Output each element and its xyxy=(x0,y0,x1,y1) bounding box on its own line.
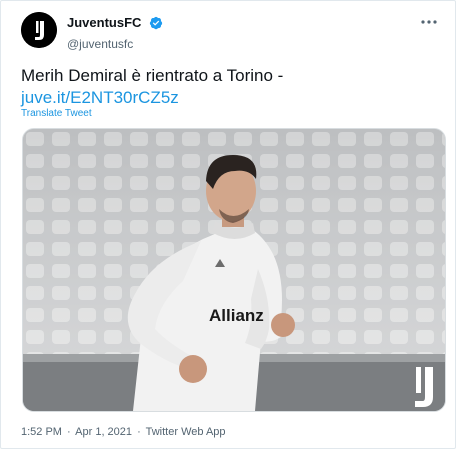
author-handle[interactable]: @juventusfc xyxy=(67,36,163,52)
tweet-source[interactable]: Twitter Web App xyxy=(146,426,226,438)
avatar[interactable] xyxy=(21,12,57,48)
author-display-name[interactable]: JuventusFC xyxy=(67,15,141,31)
jersey-sponsor-text: Allianz xyxy=(209,306,264,325)
verified-badge-icon xyxy=(149,16,163,35)
meta-separator: · xyxy=(67,426,71,438)
tweet-meta: 1:52 PM · Apr 1, 2021 · Twitter Web App xyxy=(21,425,226,439)
tweet-time[interactable]: 1:52 PM xyxy=(21,426,62,438)
tweet-photo[interactable]: Allianz xyxy=(22,128,446,412)
translate-tweet-link[interactable]: Translate Tweet xyxy=(21,108,92,120)
tweet-text: Merih Demiral è rientrato a Torino - juv… xyxy=(21,65,441,109)
tweet-header: JuventusFC @juventusfc xyxy=(21,12,441,52)
tweet-link[interactable]: juve.it/E2NT30rCZ5z xyxy=(21,88,179,107)
tweet-date[interactable]: Apr 1, 2021 xyxy=(75,426,132,438)
tweet-card: JuventusFC @juventusfc Merih Demiral è r… xyxy=(0,0,456,449)
author-names: JuventusFC @juventusfc xyxy=(67,15,163,52)
tweet-body: Merih Demiral è rientrato a Torino - xyxy=(21,66,284,85)
juventus-j-logo-icon xyxy=(21,12,57,48)
more-dots-icon[interactable] xyxy=(419,14,439,30)
meta-separator: · xyxy=(137,426,141,438)
